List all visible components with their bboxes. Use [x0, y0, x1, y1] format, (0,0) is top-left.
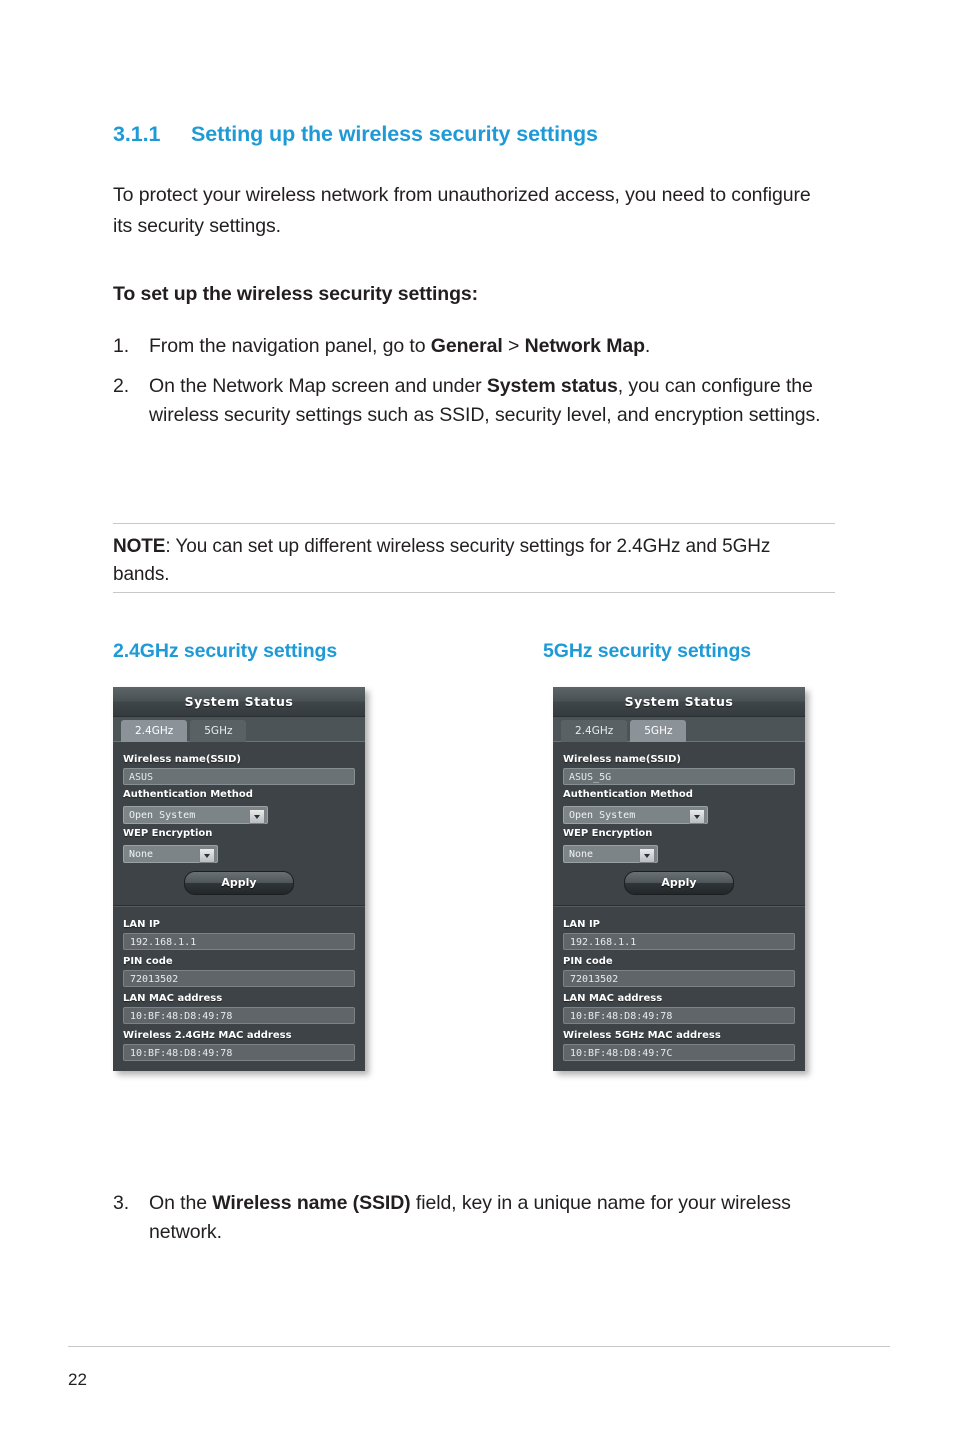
pin-code-label-24: PIN code: [123, 956, 173, 967]
footer-divider: [68, 1346, 890, 1347]
auth-label-5: Authentication Method: [563, 789, 693, 800]
auth-select-24[interactable]: Open System: [123, 806, 268, 824]
wep-select-value-24: None: [129, 849, 154, 860]
panel-info-5: LAN IP 192.168.1.1 PIN code 72013502 LAN…: [553, 907, 805, 1071]
step-2: 2. On the Network Map screen and under S…: [113, 372, 828, 430]
page-number: 22: [68, 1370, 87, 1389]
step-3: 3. On the Wireless name (SSID) field, ke…: [113, 1189, 828, 1247]
lan-mac-value-24: 10:BF:48:D8:49:78: [123, 1007, 355, 1024]
step-3-part-0: On the: [149, 1192, 213, 1214]
screenshot-panel-24ghz: System Status 2.4GHz 5GHz Wireless name(…: [113, 687, 365, 1071]
ssid-input-5[interactable]: ASUS_5G: [563, 768, 795, 785]
apply-button-5[interactable]: Apply: [624, 871, 734, 895]
step-1-part-2: >: [502, 335, 525, 357]
section-number: 3.1.1: [113, 122, 161, 146]
step-2-part-0: On the Network Map screen and under: [149, 375, 487, 397]
tab-5ghz-left[interactable]: 5GHz: [190, 720, 247, 742]
step-3-part-1: Wireless name (SSID): [212, 1192, 411, 1214]
panel-tabs-5: 2.4GHz 5GHz: [553, 717, 805, 742]
pin-code-value-5: 72013502: [563, 970, 795, 987]
step-1-part-1: General: [430, 335, 503, 357]
step-1-marker: 1.: [113, 335, 130, 357]
chevron-down-icon[interactable]: [199, 848, 215, 863]
lan-mac-value-5: 10:BF:48:D8:49:78: [563, 1007, 795, 1024]
panel-body-5: Wireless name(SSID) ASUS_5G Authenticati…: [553, 742, 805, 905]
panel-title-5: System Status: [553, 687, 805, 717]
procedure-subheading: To set up the wireless security settings…: [113, 283, 479, 305]
auth-select-value-5: Open System: [569, 810, 636, 821]
ssid-label-24: Wireless name(SSID): [123, 754, 241, 765]
page-title: 3.1.1 Setting up the wireless security se…: [113, 122, 598, 147]
wireless-mac-label-24: Wireless 2.4GHz MAC address: [123, 1030, 292, 1041]
auth-select-value-24: Open System: [129, 810, 196, 821]
caption-5ghz: 5GHz security settings: [543, 640, 752, 662]
wireless-mac-label-5: Wireless 5GHz MAC address: [563, 1030, 721, 1041]
wep-select-5[interactable]: None: [563, 845, 658, 863]
auth-label-24: Authentication Method: [123, 789, 253, 800]
intro-paragraph: To protect your wireless network from un…: [113, 184, 811, 237]
note-top-divider: [113, 523, 835, 524]
wep-select-value-5: None: [569, 849, 594, 860]
step-2-part-1: System status: [486, 375, 618, 397]
chevron-down-icon[interactable]: [249, 809, 265, 824]
panel-info-24: LAN IP 192.168.1.1 PIN code 72013502 LAN…: [113, 907, 365, 1071]
document-page: 3.1.1 Setting up the wireless security se…: [0, 0, 954, 1438]
step-1-part-4: .: [644, 335, 651, 357]
step-2-marker: 2.: [113, 375, 130, 397]
note-block: NOTE: You can set up different wireless …: [113, 533, 828, 589]
wireless-mac-value-5: 10:BF:48:D8:49:7C: [563, 1044, 795, 1061]
lan-ip-value-5: 192.168.1.1: [563, 933, 795, 950]
step-1-text: From the navigation panel, go to General…: [149, 332, 828, 361]
note-label: NOTE: [113, 536, 166, 557]
lan-ip-value-24: 192.168.1.1: [123, 933, 355, 950]
step-1-part-0: From the navigation panel, go to: [149, 335, 431, 357]
note-text: : You can set up different wireless secu…: [113, 536, 771, 585]
step-1: 1. From the navigation panel, go to Gene…: [113, 332, 828, 361]
panel-body-24: Wireless name(SSID) ASUS Authentication …: [113, 742, 365, 905]
tab-24ghz-left[interactable]: 2.4GHz: [121, 720, 188, 742]
section-title-text: Setting up the wireless security setting…: [191, 122, 598, 146]
wireless-mac-value-24: 10:BF:48:D8:49:78: [123, 1044, 355, 1061]
tab-24ghz-right[interactable]: 2.4GHz: [561, 720, 628, 742]
chevron-down-icon[interactable]: [639, 848, 655, 863]
note-bottom-divider: [113, 592, 835, 593]
step-3-text: On the Wireless name (SSID) field, key i…: [149, 1189, 828, 1247]
tab-5ghz-right[interactable]: 5GHz: [630, 720, 687, 742]
pin-code-value-24: 72013502: [123, 970, 355, 987]
auth-select-5[interactable]: Open System: [563, 806, 708, 824]
panel-tabs-24: 2.4GHz 5GHz: [113, 717, 365, 742]
wep-label-24: WEP Encryption: [123, 828, 213, 839]
wep-select-24[interactable]: None: [123, 845, 218, 863]
panel-title-24: System Status: [113, 687, 365, 717]
lan-mac-label-5: LAN MAC address: [563, 993, 663, 1004]
apply-row-5: Apply: [563, 863, 795, 899]
wep-label-5: WEP Encryption: [563, 828, 653, 839]
lan-ip-label-5: LAN IP: [563, 919, 601, 930]
apply-button-24[interactable]: Apply: [184, 871, 294, 895]
chevron-down-icon[interactable]: [689, 809, 705, 824]
caption-24ghz: 2.4GHz security settings: [113, 640, 338, 662]
step-2-text: On the Network Map screen and under Syst…: [149, 372, 828, 430]
lan-ip-label-24: LAN IP: [123, 919, 161, 930]
step-3-marker: 3.: [113, 1192, 130, 1214]
apply-row-24: Apply: [123, 863, 355, 899]
ssid-input-24[interactable]: ASUS: [123, 768, 355, 785]
pin-code-label-5: PIN code: [563, 956, 613, 967]
lan-mac-label-24: LAN MAC address: [123, 993, 223, 1004]
screenshot-panel-5ghz: System Status 2.4GHz 5GHz Wireless name(…: [553, 687, 805, 1071]
ssid-label-5: Wireless name(SSID): [563, 754, 681, 765]
step-1-part-3: Network Map: [524, 335, 645, 357]
